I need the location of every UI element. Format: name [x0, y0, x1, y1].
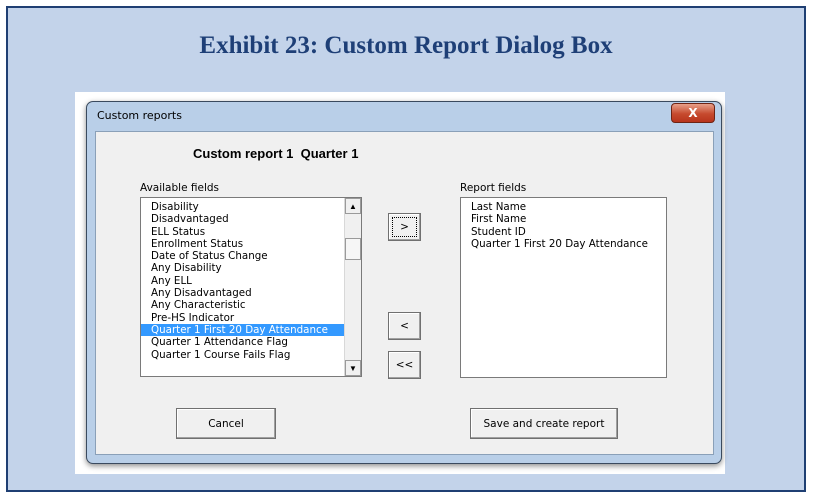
list-item[interactable]: Disadvantaged: [141, 213, 346, 225]
scroll-thumb[interactable]: [345, 238, 361, 260]
list-item[interactable]: Last Name: [461, 201, 666, 213]
custom-reports-window: Custom reports X Custom report 1 Quarter…: [86, 101, 722, 464]
remove-field-label: <: [400, 320, 409, 332]
remove-all-label: <<: [395, 359, 414, 371]
exhibit-title: Exhibit 23: Custom Report Dialog Box: [199, 32, 613, 59]
report-title: Custom report 1 Quarter 1: [193, 146, 359, 161]
list-item[interactable]: ELL Status: [141, 226, 346, 238]
window-title: Custom reports: [97, 109, 182, 122]
available-fields-items: Disability Disadvantaged ELL Status Enrollm…: [141, 201, 346, 361]
list-item[interactable]: Student ID: [461, 226, 666, 238]
triangle-down-icon: ▼: [349, 363, 357, 373]
save-label: Save and create report: [483, 417, 605, 430]
available-fields-scrollbar[interactable]: ▲ ▼: [344, 198, 361, 376]
list-item[interactable]: Quarter 1 First 20 Day Attendance: [141, 323, 346, 337]
remove-field-button[interactable]: <: [388, 312, 421, 340]
close-button[interactable]: X: [671, 103, 715, 123]
list-item[interactable]: Date of Status Change: [141, 250, 346, 262]
triangle-up-icon: ▲: [349, 201, 357, 211]
list-item[interactable]: Quarter 1 First 20 Day Attendance: [461, 238, 666, 250]
list-item[interactable]: Any Characteristic: [141, 299, 346, 311]
list-item[interactable]: First Name: [461, 213, 666, 225]
list-item[interactable]: Any Disability: [141, 262, 346, 274]
save-and-create-report-button[interactable]: Save and create report: [470, 408, 618, 439]
scroll-down-button[interactable]: ▼: [345, 360, 361, 376]
dialog-client-area: Custom report 1 Quarter 1 Available fiel…: [95, 131, 714, 455]
list-item[interactable]: Pre-HS Indicator: [141, 312, 346, 324]
report-fields-label: Report fields: [460, 182, 527, 194]
list-item[interactable]: Any Disadvantaged: [141, 287, 346, 299]
report-fields-list[interactable]: Last Name First Name Student ID Quarter 1 F…: [460, 197, 667, 378]
list-item[interactable]: Disability: [141, 201, 346, 213]
list-item[interactable]: Quarter 1 Attendance Flag: [141, 336, 346, 348]
available-fields-label: Available fields: [140, 182, 219, 194]
cancel-label: Cancel: [208, 417, 244, 430]
list-item[interactable]: Quarter 1 Course Fails Flag: [141, 349, 346, 361]
list-item[interactable]: Enrollment Status: [141, 238, 346, 250]
focus-rectangle: [392, 217, 417, 237]
available-fields-list[interactable]: Disability Disadvantaged ELL Status Enrollm…: [140, 197, 362, 377]
list-item[interactable]: Any ELL: [141, 275, 346, 287]
cancel-button[interactable]: Cancel: [176, 408, 276, 439]
close-icon: X: [688, 106, 698, 120]
report-fields-items: Last Name First Name Student ID Quarter 1 F…: [461, 201, 666, 250]
add-field-button[interactable]: >: [388, 213, 421, 241]
remove-all-fields-button[interactable]: <<: [388, 351, 421, 379]
scroll-up-button[interactable]: ▲: [345, 198, 361, 214]
